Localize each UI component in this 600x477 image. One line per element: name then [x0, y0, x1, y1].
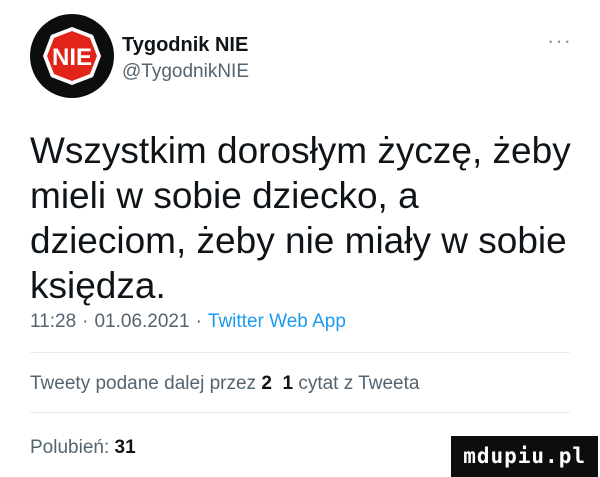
tweet-time[interactable]: 11:28 — [30, 311, 76, 332]
display-name[interactable]: Tygodnik NIE — [122, 34, 248, 57]
engagement-stats: Tweety podane dalej przez 2 1 cytat z Tw… — [30, 373, 419, 395]
handle[interactable]: @TygodnikNIE — [122, 61, 249, 83]
retweets-label[interactable]: Tweety podane dalej przez — [30, 373, 256, 394]
more-horizontal-icon[interactable]: ··· — [547, 28, 572, 54]
likes-label: Polubień: — [30, 437, 110, 458]
tweet-meta: 11:28 · 01.06.2021 · Twitter Web App — [30, 311, 346, 333]
divider — [30, 352, 570, 353]
separator: · — [82, 311, 89, 332]
avatar-label: NIE — [52, 44, 92, 71]
quotes-label[interactable]: cytat z Tweeta — [298, 373, 419, 394]
tweet-source-link[interactable]: Twitter Web App — [208, 311, 346, 332]
likes-count: 31 — [114, 437, 136, 458]
tweet-text: Wszystkim dorosłym życzę, żeby mieli w s… — [30, 130, 571, 306]
tweet-date[interactable]: 01.06.2021 — [94, 311, 189, 332]
tweet-card: NIE Tygodnik NIE @TygodnikNIE ··· Wszyst… — [0, 0, 600, 477]
watermark: mdupiu.pl — [451, 436, 598, 477]
separator: · — [195, 311, 202, 332]
avatar[interactable]: NIE — [30, 14, 114, 98]
likes-stat[interactable]: Polubień: 31 — [30, 437, 136, 459]
retweets-count[interactable]: 2 — [261, 373, 272, 394]
divider — [30, 412, 570, 413]
nie-logo-icon: NIE — [31, 15, 113, 97]
quotes-count[interactable]: 1 — [282, 373, 293, 394]
